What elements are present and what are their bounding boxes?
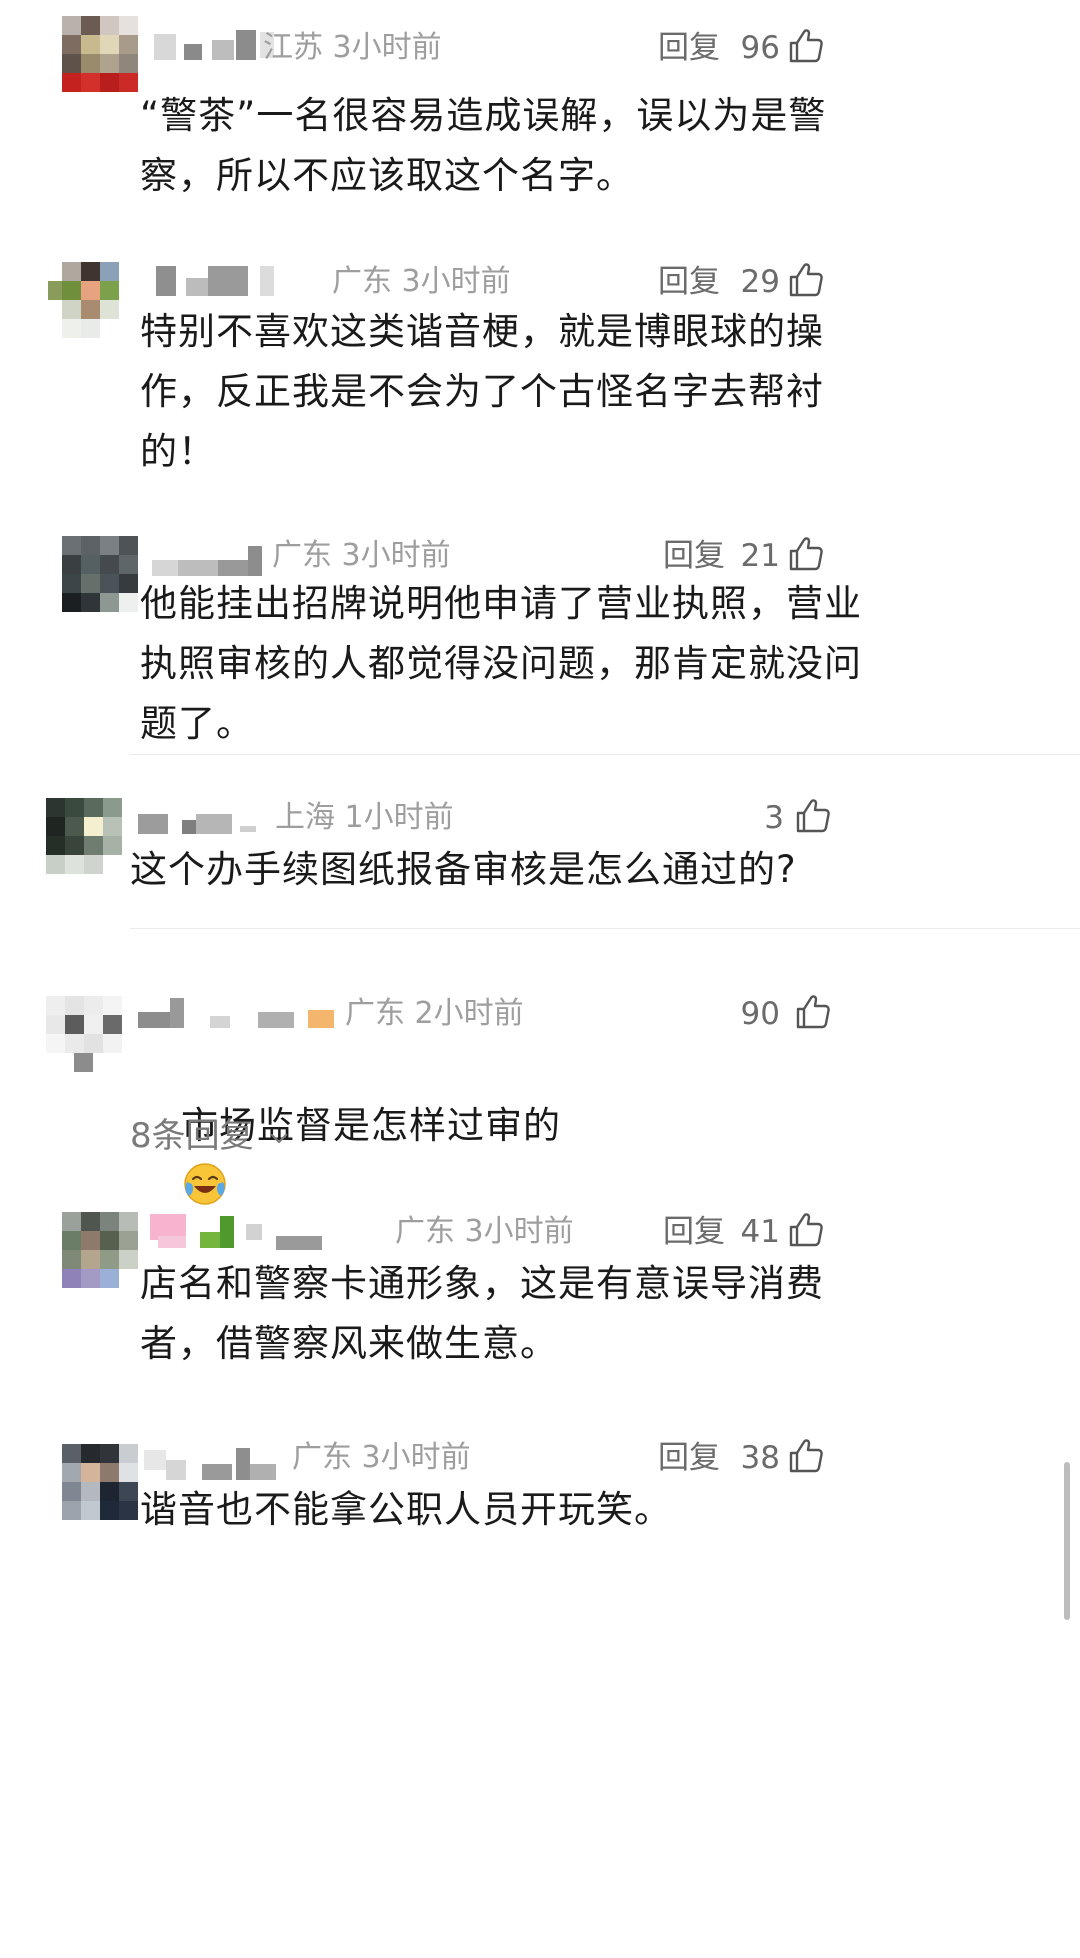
comment-text: 他能挂出招牌说明他申请了营业执照，营业 执照审核的人都觉得没问题，那肯定就没问 … (140, 582, 862, 745)
comment-item: 江苏 3小时前 回复 96 “警茶”一名很容易造成误解，误以为是警 察，所以不应… (0, 0, 1080, 240)
thumbs-up-icon[interactable] (786, 1436, 826, 1476)
comment-location-time: 广东 3小时前 (272, 538, 451, 573)
comment-location-time: 广东 3小时前 (395, 1214, 574, 1249)
username-blurred[interactable] (136, 996, 346, 1028)
more-replies-label: 8条回复 (130, 1116, 254, 1156)
thumbs-up-icon[interactable] (786, 1210, 826, 1250)
username-blurred[interactable] (150, 264, 320, 296)
avatar[interactable] (48, 262, 124, 338)
avatar[interactable] (62, 536, 138, 612)
comment-item: 广东 3小时前 回复 21 他能挂出招牌说明他申请了营业执照，营业 执照审核的人… (0, 520, 1080, 760)
like-count: 21 (740, 538, 780, 574)
comment-location-time: 江苏 3小时前 (263, 30, 442, 65)
thumbs-up-icon[interactable] (786, 260, 826, 300)
view-more-replies-link[interactable]: 8条回复 (130, 1114, 290, 1158)
comment-item: 广东 2小时前 90 市场监督是怎样过审的 8条回复 (0, 930, 1080, 1205)
like-count: 29 (740, 264, 780, 300)
comment-item: 广东 3小时前 回复 29 特别不喜欢这类谐音梗，就是博眼球的操 作，反正我是不… (0, 240, 1080, 520)
comment-text: 谐音也不能拿公职人员开玩笑。 (140, 1488, 672, 1531)
like-count: 90 (740, 996, 780, 1032)
username-blurred[interactable] (136, 808, 276, 840)
thumbs-up-icon[interactable] (786, 26, 826, 66)
avatar[interactable] (46, 996, 122, 1072)
comment-item: 广东 3小时前 回复 38 谐音也不能拿公职人员开玩笑。 (0, 1430, 1080, 1630)
username-blurred[interactable] (140, 1446, 290, 1480)
comment-location-time: 广东 2小时前 (345, 996, 524, 1031)
scrollbar[interactable] (1064, 1462, 1070, 1620)
comment-location-time: 上海 1小时前 (275, 800, 454, 835)
chevron-down-icon (271, 1133, 288, 1144)
thumbs-up-icon[interactable] (793, 992, 833, 1032)
comment-location-time: 广东 3小时前 (292, 1440, 471, 1475)
comment-item: 上海 1小时前 3 这个办手续图纸报备审核是怎么通过的? (0, 756, 1080, 926)
like-count: 96 (740, 30, 780, 66)
comment-text: 特别不喜欢这类谐音梗，就是博眼球的操 作，反正我是不会为了个古怪名字去帮衬 的！ (140, 310, 824, 473)
comment-text: “警茶”一名很容易造成误解，误以为是警 察，所以不应该取这个名字。 (140, 94, 827, 197)
username-blurred[interactable] (146, 1214, 386, 1250)
divider (130, 928, 1080, 929)
comment-text: 店名和警察卡通形象，这是有意误导消费 者，借警察风来做生意。 (140, 1262, 824, 1365)
comment-item: 广东 3小时前 回复 41 店名和警察卡通形象，这是有意误导消费 者，借警察风来… (0, 1180, 1080, 1430)
like-count: 3 (764, 800, 784, 836)
avatar[interactable] (46, 798, 122, 874)
like-count: 41 (740, 1214, 780, 1250)
avatar[interactable] (62, 16, 138, 92)
divider (130, 754, 1080, 755)
avatar[interactable] (62, 1212, 138, 1288)
comment-text: 这个办手续图纸报备审核是怎么通过的? (130, 848, 797, 891)
like-count: 38 (740, 1440, 780, 1476)
avatar[interactable] (62, 1444, 138, 1520)
thumbs-up-icon[interactable] (786, 534, 826, 574)
thumbs-up-icon[interactable] (793, 796, 833, 836)
comment-location-time: 广东 3小时前 (332, 264, 511, 299)
